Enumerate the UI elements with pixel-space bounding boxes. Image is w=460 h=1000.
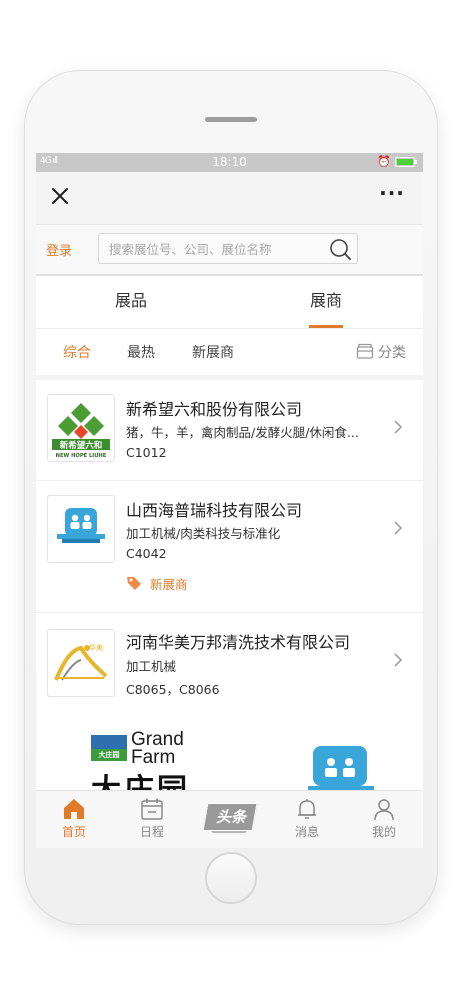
home-icon [64,799,84,819]
nav-home[interactable]: 首页 [44,791,104,848]
chevron-right-icon [392,519,404,542]
toutiao-label: 头条 [215,808,246,826]
user-icon [374,799,394,821]
calendar-icon [141,798,163,820]
battery-icon [395,157,417,167]
filter-new-exhibitors[interactable]: 新展商 [192,342,234,362]
new-exhibitor-tag-label: 新展商 [150,577,188,592]
logo-text: 华美 [89,643,103,652]
more-menu-button[interactable]: ··· [374,182,410,210]
filter-hottest[interactable]: 最热 [127,342,155,362]
booth-number: C4042 [126,546,167,561]
company-logo [47,495,115,563]
company-logo: 华美 [47,629,115,697]
company-name: 新希望六和股份有限公司 [126,400,303,419]
alarm-icon: ⏰ [377,155,391,168]
phone-home-button[interactable] [205,852,257,904]
active-tab-indicator [309,325,343,328]
search-box[interactable] [98,233,358,264]
nav-home-label: 首页 [61,825,86,839]
nav-schedule[interactable]: 日程 [122,791,182,848]
company-logo: 新希望六和 NEW HOPE LIUHE [47,394,115,462]
logo-subtext: NEW HOPE LIUHE [56,453,107,459]
chevron-right-icon [392,651,404,674]
chevron-right-icon [392,418,404,441]
logo-text: 新希望六和 [60,440,103,451]
search-row: 登录 [36,225,423,276]
phone-speaker [205,117,257,122]
ad-banner[interactable]: 大庄园 Grand Farm 大庄园 [36,710,423,795]
bottom-nav: 首页 日程 头条 消息 我的 [36,790,423,848]
booth-number: C1012 [126,445,167,460]
company-categories: 猪，牛，羊，禽肉制品/发酵火腿/休闲食... [126,425,359,440]
company-name: 山西海普瑞科技有限公司 [126,501,303,520]
list-item[interactable]: 山西海普瑞科技有限公司 加工机械/肉类科技与标准化 C4042 新展商 [36,481,423,613]
company-name: 河南华美万邦清洗技术有限公司 [126,633,351,652]
status-bar: 4G ıll 18:10 ⏰ [36,153,423,172]
ad-haipurui-logo [308,746,374,795]
search-input[interactable] [109,239,319,259]
title-bar: ··· [36,172,423,225]
company-categories: 加工机械 [126,659,177,674]
search-icon[interactable] [329,238,351,260]
tab-products[interactable]: 展品 [91,276,171,328]
list-item[interactable]: 华美 河南华美万邦清洗技术有限公司 加工机械 C8065，C8066 [36,613,423,713]
nav-profile[interactable]: 我的 [354,791,414,848]
nav-messages-label: 消息 [294,825,319,839]
classify-icon [356,343,374,359]
nav-messages[interactable]: 消息 [277,791,337,848]
nav-profile-label: 我的 [371,825,396,839]
company-categories: 加工机械/肉类科技与标准化 [126,526,281,541]
filter-comprehensive[interactable]: 综合 [63,342,91,362]
main-tabs: 展品 展商 [36,276,423,329]
close-icon[interactable] [44,180,76,212]
grand-farm-text: Grand Farm [131,730,184,767]
nav-schedule-label: 日程 [139,825,164,839]
filter-bar: 综合 最热 新展商 分类 [36,329,423,380]
tab-exhibitors[interactable]: 展商 [286,276,366,328]
booth-number: C8065，C8066 [126,682,220,697]
toutiao-icon[interactable]: 头条 [202,803,258,833]
classify-label: 分类 [378,345,406,361]
grand-farm-flag: 大庄园 [91,735,127,761]
status-time: 18:10 [212,155,247,169]
bell-icon [298,799,316,819]
tag-icon [127,577,141,590]
list-item[interactable]: 新希望六和 NEW HOPE LIUHE 新希望六和股份有限公司 猪，牛，羊，禽… [36,380,423,481]
app-screen: 4G ıll 18:10 ⏰ ··· 登录 展品 展商 综合 最热 新展商 分类 [36,153,423,848]
flag-text: 大庄园 [99,750,120,759]
login-link[interactable]: 登录 [46,240,72,259]
